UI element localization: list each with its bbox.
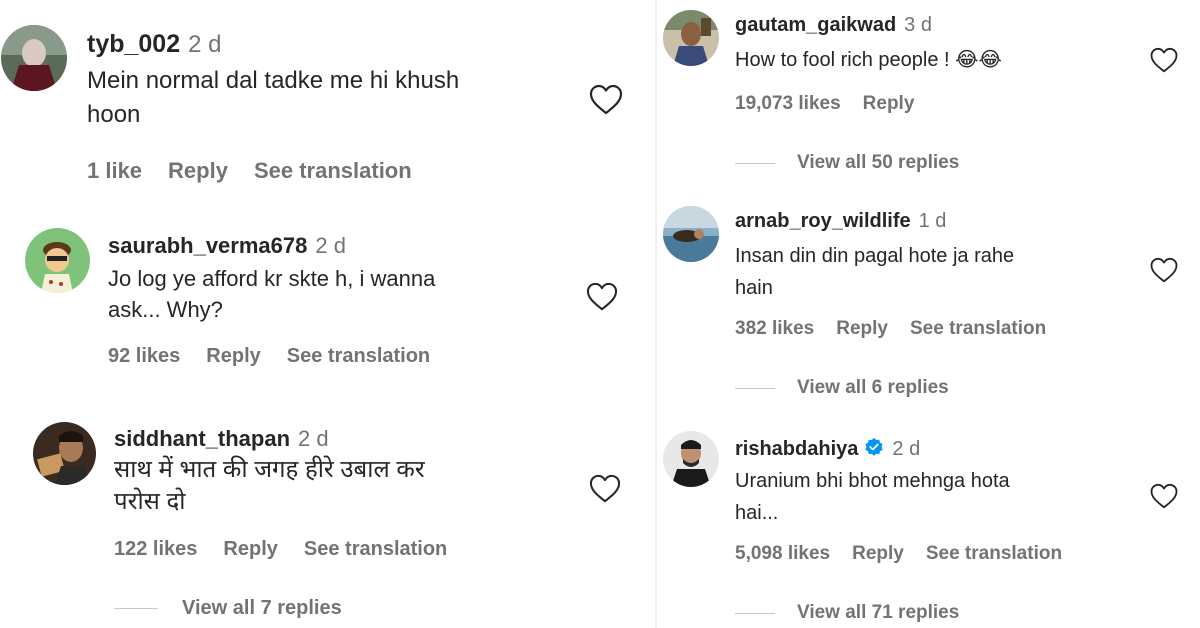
- like-button[interactable]: [1149, 483, 1179, 510]
- comments-column-left: tyb_002 2 d Mein normal dal tadke me hi …: [0, 0, 655, 628]
- like-button[interactable]: [1149, 257, 1179, 284]
- view-replies-label[interactable]: View all 71 replies: [797, 602, 959, 624]
- comment-text-line: साथ में भात की जगह हीरे उबाल कर: [114, 456, 425, 483]
- reply-button[interactable]: Reply: [836, 318, 888, 340]
- reply-button[interactable]: Reply: [206, 345, 260, 368]
- comment-item: siddhant_thapan 2 d साथ में भात की जगह ह…: [0, 400, 655, 628]
- reply-button[interactable]: Reply: [168, 158, 228, 184]
- comment-text-line: hain: [735, 277, 773, 299]
- heart-outline-icon: [589, 474, 621, 503]
- comment-text: How to fool rich people ! 😂😂: [735, 46, 1155, 74]
- comment-time[interactable]: 2 d: [298, 426, 329, 452]
- replies-divider-line: [735, 387, 775, 389]
- user-avatar[interactable]: [663, 206, 719, 262]
- comment-text-line: ask... Why?: [108, 296, 223, 322]
- like-button[interactable]: [588, 84, 624, 116]
- comment-username[interactable]: siddhant_thapan: [114, 426, 290, 452]
- comment-username[interactable]: saurabh_verma678: [108, 233, 307, 259]
- comment-text: साथ में भात की जगह हीरे उबाल कर परोस दो: [114, 454, 584, 519]
- comment-text-line: परोस दो: [114, 488, 186, 516]
- comment-text-line: Mein normal dal tadke me hi khush: [87, 67, 460, 94]
- comment-item: arnab_roy_wildlife 1 d Insan din din pag…: [657, 200, 1200, 425]
- user-avatar[interactable]: [25, 228, 90, 293]
- comment-text-line: hai...: [735, 502, 779, 524]
- view-replies-label[interactable]: View all 50 replies: [797, 152, 959, 174]
- view-replies-button[interactable]: View all 71 replies: [735, 602, 959, 624]
- heart-outline-icon: [1150, 483, 1178, 509]
- user-avatar[interactable]: [1, 25, 67, 91]
- view-replies-button[interactable]: View all 50 replies: [735, 152, 959, 174]
- heart-outline-icon: [586, 282, 618, 311]
- view-replies-label[interactable]: View all 7 replies: [182, 597, 342, 620]
- replies-divider-line: [735, 612, 775, 614]
- likes-count[interactable]: 382 likes: [735, 318, 814, 340]
- comment-text-line: Uranium bhi bhot mehnga hota: [735, 470, 1010, 492]
- user-avatar[interactable]: [33, 422, 96, 485]
- comment-text: Mein normal dal tadke me hi khush hoon: [87, 64, 577, 131]
- replies-divider-line: [114, 608, 158, 609]
- like-button[interactable]: [1149, 47, 1179, 74]
- comment-time[interactable]: 2 d: [188, 31, 221, 59]
- likes-count[interactable]: 5,098 likes: [735, 543, 830, 565]
- see-translation-button[interactable]: See translation: [254, 158, 412, 184]
- see-translation-button[interactable]: See translation: [287, 345, 430, 368]
- comment-time[interactable]: 3 d: [904, 14, 932, 37]
- like-button[interactable]: [588, 474, 622, 504]
- comment-time[interactable]: 1 d: [919, 210, 947, 233]
- likes-count[interactable]: 122 likes: [114, 538, 197, 561]
- view-replies-button[interactable]: View all 7 replies: [114, 597, 342, 620]
- comment-time[interactable]: 2 d: [892, 438, 920, 461]
- reply-button[interactable]: Reply: [863, 93, 915, 115]
- heart-outline-icon: [589, 84, 623, 115]
- user-avatar[interactable]: [663, 431, 719, 487]
- replies-divider-line: [735, 162, 775, 164]
- comment-text: Jo log ye afford kr skte h, i wanna ask.…: [108, 264, 578, 326]
- view-replies-button[interactable]: View all 6 replies: [735, 377, 949, 399]
- comment-username[interactable]: arnab_roy_wildlife: [735, 210, 911, 233]
- comment-time[interactable]: 2 d: [315, 233, 346, 259]
- see-translation-button[interactable]: See translation: [910, 318, 1046, 340]
- comment-item: rishabdahiya 2 d Uranium bhi bhot mehnga…: [657, 425, 1200, 628]
- heart-outline-icon: [1150, 47, 1178, 73]
- comment-item: tyb_002 2 d Mein normal dal tadke me hi …: [0, 0, 655, 200]
- comment-item: gautam_gaikwad 3 d How to fool rich peop…: [657, 0, 1200, 200]
- comment-text: Uranium bhi bhot mehnga hota hai...: [735, 465, 1135, 529]
- verified-badge-icon: [864, 437, 884, 462]
- comment-text: Insan din din pagal hote ja rahe hain: [735, 240, 1135, 304]
- comment-text-line: How to fool rich people ! 😂😂: [735, 49, 1002, 71]
- comment-username[interactable]: rishabdahiya: [735, 438, 858, 461]
- comments-column-right: gautam_gaikwad 3 d How to fool rich peop…: [657, 0, 1200, 628]
- view-replies-label[interactable]: View all 6 replies: [797, 377, 949, 399]
- like-button[interactable]: [585, 282, 619, 312]
- likes-count[interactable]: 92 likes: [108, 345, 180, 368]
- likes-count[interactable]: 19,073 likes: [735, 93, 841, 115]
- see-translation-button[interactable]: See translation: [926, 543, 1062, 565]
- comment-text-line: Jo log ye afford kr skte h, i wanna: [108, 266, 436, 291]
- likes-count[interactable]: 1 like: [87, 158, 142, 184]
- comment-text-line: Insan din din pagal hote ja rahe: [735, 245, 1015, 267]
- comment-username[interactable]: tyb_002: [87, 30, 180, 59]
- see-translation-button[interactable]: See translation: [304, 538, 447, 561]
- reply-button[interactable]: Reply: [223, 538, 277, 561]
- user-avatar[interactable]: [663, 10, 719, 66]
- heart-outline-icon: [1150, 257, 1178, 283]
- comment-username[interactable]: gautam_gaikwad: [735, 14, 896, 37]
- comment-text-line: hoon: [87, 100, 141, 128]
- reply-button[interactable]: Reply: [852, 543, 904, 565]
- comment-item: saurabh_verma678 2 d Jo log ye afford kr…: [0, 200, 655, 400]
